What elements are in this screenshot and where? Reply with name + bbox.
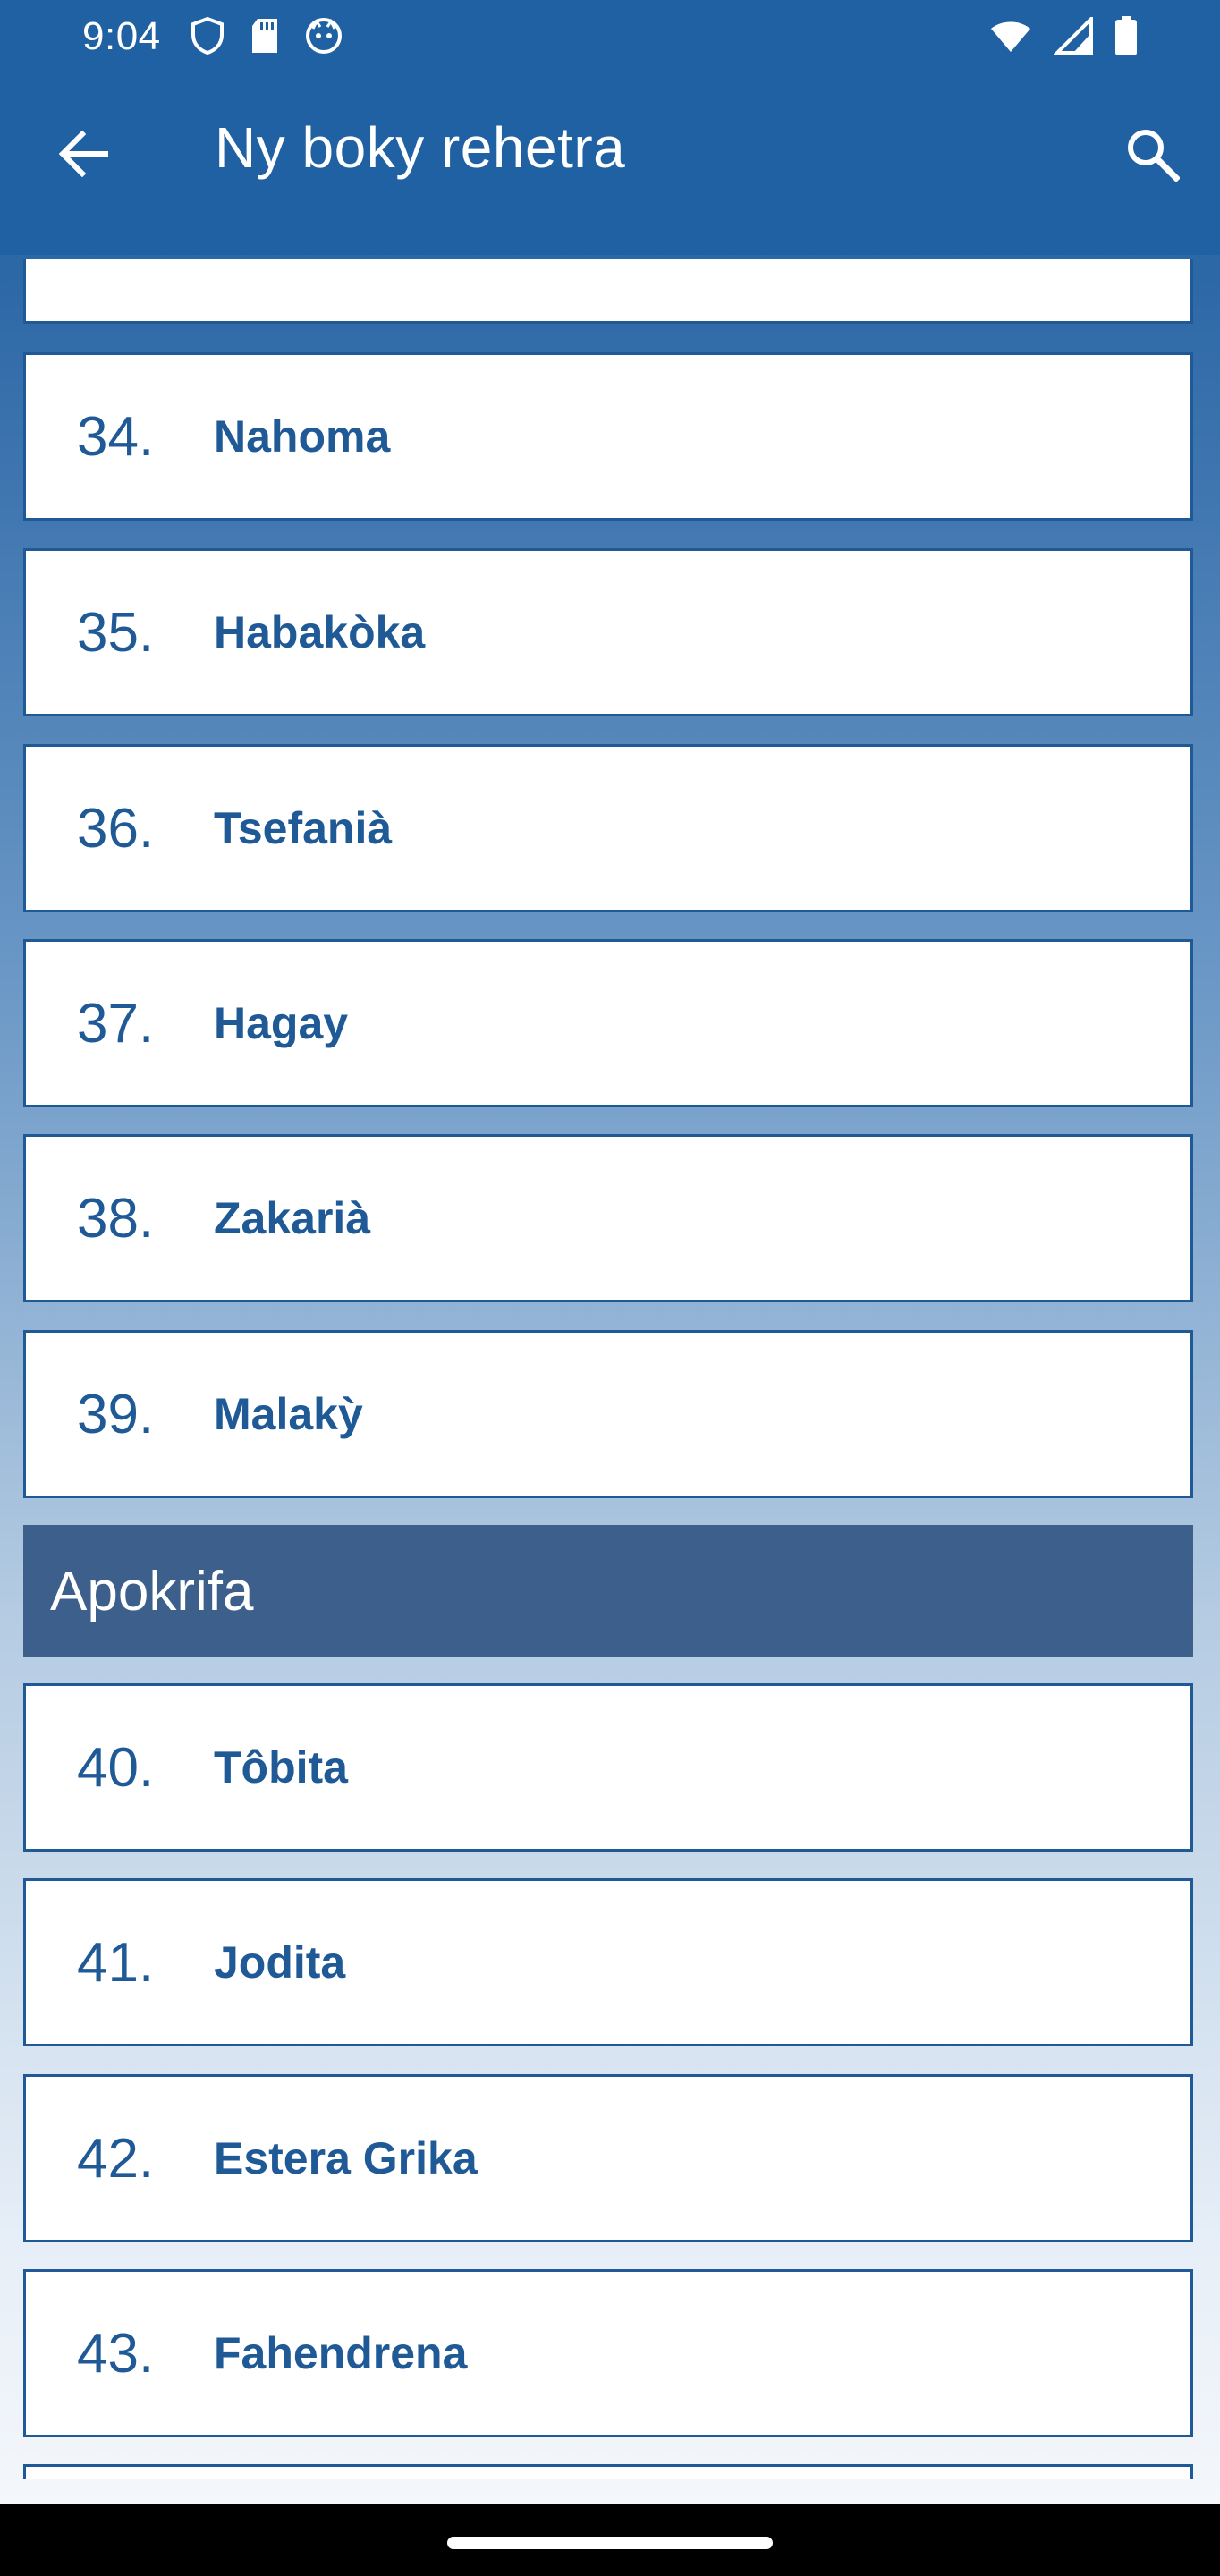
battery-icon [1114,16,1138,60]
back-button[interactable] [45,118,120,193]
book-card[interactable]: 43. Fahendrena [23,2269,1193,2437]
section-title: Apokrifa [50,1560,254,1623]
search-button[interactable] [1114,118,1190,193]
book-card[interactable]: 40. Tôbita [23,1683,1193,1852]
status-right-icons [989,14,1138,60]
page-title: Ny boky rehetra [215,115,626,180]
book-number: 38. [77,1187,155,1250]
status-left-icons [190,16,343,60]
shield-icon [190,16,225,60]
book-card[interactable]: 35. Habakòka [23,548,1193,716]
book-name: Fahendrena [214,2328,468,2378]
cat-face-icon [304,16,343,60]
book-card[interactable]: 36. Tsefanià [23,744,1193,912]
book-name: Tôbita [214,1742,348,1792]
book-card[interactable]: 41. Jodita [23,1878,1193,2046]
section-header-apokrifa: Apokrifa [23,1525,1193,1657]
arrow-left-icon [55,129,109,183]
book-name: Nahoma [214,411,391,462]
navigation-bar [0,2504,1220,2576]
wifi-icon [989,18,1032,58]
book-number: 42. [77,2127,155,2190]
book-name: Malakỳ [214,1389,363,1439]
home-gesture-handle[interactable] [447,2537,773,2549]
book-number: 34. [77,405,155,468]
book-name: Zakarià [214,1193,371,1243]
app-bar: 9:04 Ny boky rehetra [0,0,1220,255]
book-number: 39. [77,1383,155,1445]
status-time: 9:04 [82,14,161,58]
book-number: 36. [77,797,155,860]
book-card[interactable]: 42. Estera Grika [23,2074,1193,2242]
book-card[interactable]: 37. Hagay [23,939,1193,1107]
book-number: 40. [77,1736,155,1799]
sd-card-icon [249,17,281,59]
book-name: Habakòka [214,607,426,657]
book-card-partial[interactable] [23,2464,1193,2479]
book-number: 37. [77,992,155,1055]
book-card-partial[interactable] [23,259,1193,324]
book-name: Hagay [214,998,349,1048]
book-number: 43. [77,2322,155,2385]
book-name: Jodita [214,1937,346,1987]
book-card[interactable]: 39. Malakỳ [23,1330,1193,1498]
book-card[interactable]: 38. Zakarià [23,1134,1193,1302]
signal-icon [1053,14,1093,59]
book-number: 41. [77,1931,155,1994]
search-icon [1124,126,1181,186]
book-name: Tsefanià [214,803,393,853]
book-number: 35. [77,601,155,664]
book-name: Estera Grika [214,2133,478,2183]
book-card[interactable]: 34. Nahoma [23,352,1193,521]
